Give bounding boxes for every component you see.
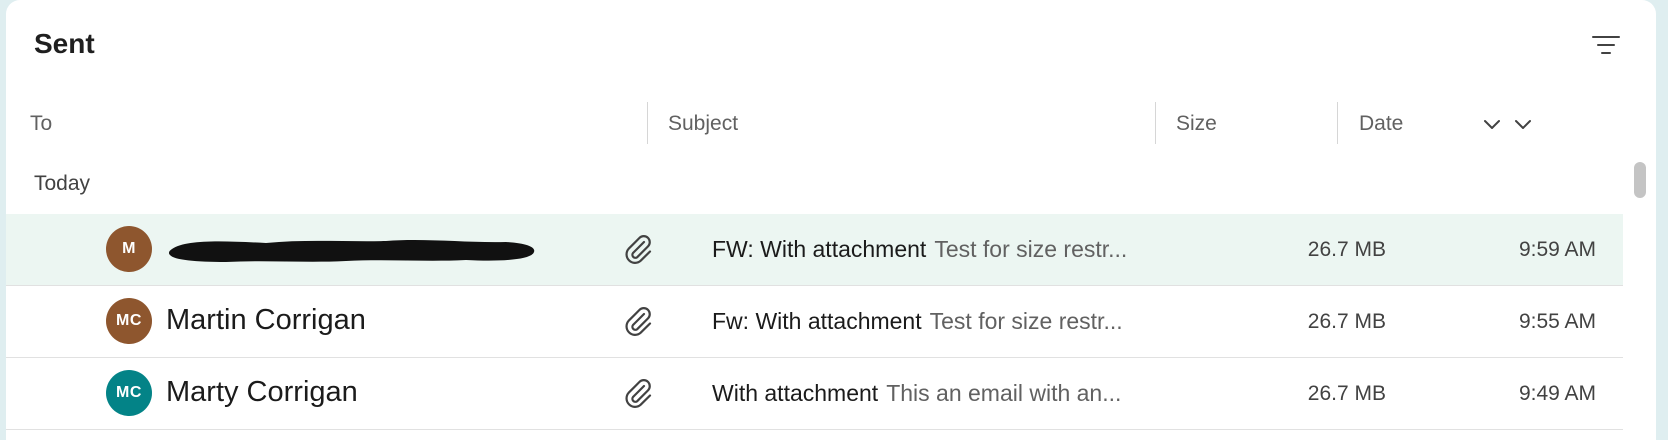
message-row[interactable]: MC Martin Corrigan Fw: With attachment Te… — [6, 286, 1623, 358]
column-header-size-label: Size — [1176, 112, 1217, 135]
column-header-subject-label: Subject — [668, 112, 739, 135]
avatar: MC — [106, 298, 152, 344]
scrollbar[interactable] — [1623, 156, 1656, 440]
message-subject: With attachment — [712, 380, 879, 406]
message-preview: Test for size restr... — [929, 308, 1123, 334]
message-row[interactable]: M FW: With attachment Test for size restr… — [6, 214, 1623, 286]
attachment-icon — [625, 235, 652, 264]
redacted-sender — [168, 240, 535, 262]
message-subject: FW: With attachment — [712, 236, 927, 262]
message-size: 26.7 MB — [1307, 238, 1386, 261]
message-row[interactable]: MC Marty Corrigan With attachment This an… — [6, 358, 1623, 430]
column-divider[interactable] — [647, 102, 648, 144]
column-header-to-label: To — [30, 112, 53, 135]
column-header-to[interactable]: To — [30, 104, 630, 144]
message-sender: Marty Corrigan — [166, 376, 358, 408]
column-header-date-label: Date — [1359, 112, 1404, 135]
message-subject-line: Fw: With attachment Test for size restr..… — [712, 308, 1212, 335]
folder-title: Sent — [34, 28, 95, 59]
filter-button[interactable] — [1588, 30, 1624, 60]
column-divider[interactable] — [1337, 102, 1338, 144]
column-divider[interactable] — [1155, 102, 1156, 144]
message-preview: Test for size restr... — [934, 236, 1128, 262]
group-header-today[interactable]: Today — [34, 172, 90, 196]
column-header-size[interactable]: Size — [1176, 104, 1326, 144]
message-list-panel: Sent To Subject Size Date Today M FW: Wi… — [6, 0, 1656, 440]
message-date: 9:59 AM — [1518, 238, 1596, 261]
avatar-initials: M — [122, 240, 136, 257]
message-size: 26.7 MB — [1307, 310, 1386, 333]
message-preview: This an email with an... — [886, 380, 1122, 406]
avatar-initials: MC — [116, 312, 142, 329]
chevron-down-icon — [1484, 120, 1500, 129]
message-subject: Fw: With attachment — [712, 308, 922, 334]
avatar: MC — [106, 370, 152, 416]
message-date: 9:55 AM — [1518, 310, 1596, 333]
chevron-down-icon — [1515, 120, 1531, 129]
message-subject-line: With attachment This an email with an... — [712, 380, 1212, 407]
avatar-initials: MC — [116, 384, 142, 401]
message-subject-line: FW: With attachment Test for size restr..… — [712, 236, 1212, 263]
scrollbar-thumb[interactable] — [1634, 162, 1646, 198]
attachment-icon — [625, 307, 652, 336]
message-size: 26.7 MB — [1307, 382, 1386, 405]
filter-icon — [1592, 36, 1620, 54]
column-options-button[interactable] — [1511, 112, 1535, 136]
sort-date-button[interactable] — [1480, 112, 1504, 136]
attachment-icon — [625, 379, 652, 408]
message-date: 9:49 AM — [1518, 382, 1596, 405]
column-header-date[interactable]: Date — [1359, 104, 1479, 144]
message-sender: Martin Corrigan — [166, 304, 366, 336]
column-header-subject[interactable]: Subject — [668, 104, 1148, 144]
avatar: M — [106, 226, 152, 272]
